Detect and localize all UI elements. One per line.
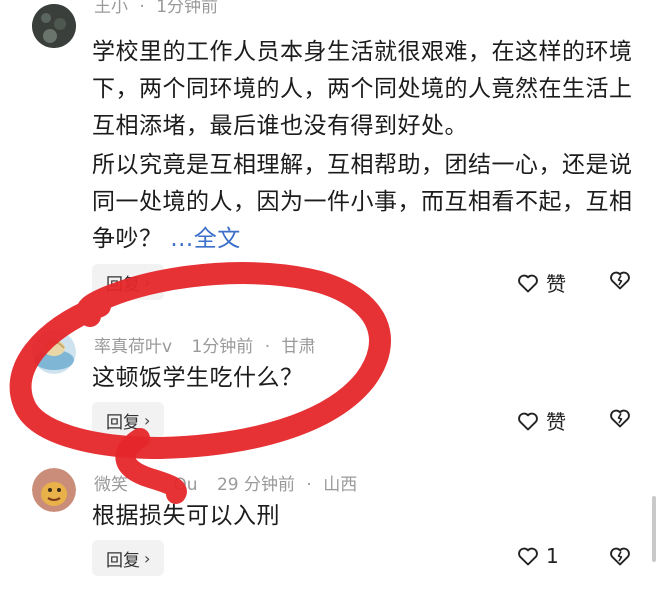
like-button[interactable]: 赞 [516, 406, 566, 435]
comment-body: 学校里的工作人员本身生活就很艰难，在这样的环境下，两个同环境的人，两个同处境的人… [92, 34, 640, 258]
comment-paragraph: 学校里的工作人员本身生活就很艰难，在这样的环境下，两个同环境的人，两个同处境的人… [92, 39, 633, 139]
dislike-button[interactable] [608, 406, 632, 430]
reply-button[interactable]: 回复 › [92, 402, 165, 438]
comment-paragraph: 根据损失可以入刑 [92, 503, 280, 529]
heart-outline-icon [518, 547, 538, 566]
broken-heart-icon [610, 271, 630, 290]
location: 甘肃 [281, 337, 316, 357]
heart-outline-icon [518, 412, 538, 430]
avatar[interactable] [32, 4, 76, 48]
avatar[interactable] [32, 330, 76, 374]
reply-button[interactable]: 回复 › [92, 540, 165, 576]
username-suffix: Ou [173, 475, 198, 495]
like-button[interactable]: 赞 [516, 268, 566, 297]
username[interactable]: 王小 [94, 0, 128, 17]
comment-body: 这顿饭学生吃什么？ [92, 360, 640, 397]
timestamp: 1分钟前 [191, 337, 254, 357]
like-label: 赞 [546, 410, 566, 434]
comment-meta: 率真荷叶v 1分钟前 · 甘肃 [94, 337, 316, 357]
comment-paragraph: 这顿饭学生吃什么？ [92, 365, 304, 391]
timestamp: 1分钟前 [156, 0, 219, 17]
comment-body: 根据损失可以入刑 [92, 498, 640, 535]
reply-label: 回复 [106, 550, 140, 571]
reply-label: 回复 [106, 412, 140, 433]
expand-full-text-link[interactable]: ...全文 [170, 226, 240, 252]
like-button[interactable]: 1 [516, 544, 559, 568]
dislike-button[interactable] [608, 268, 632, 292]
dislike-button[interactable] [608, 544, 632, 568]
comment-meta: 王小 · 1分钟前 [94, 0, 218, 17]
chevron-right-icon: › [144, 410, 151, 430]
like-label: 赞 [546, 272, 566, 296]
chevron-right-icon: › [144, 272, 151, 292]
reply-label: 回复 [106, 274, 140, 295]
username[interactable]: 率真荷叶v [94, 337, 172, 357]
location: 山西 [323, 475, 358, 495]
username[interactable]: 微笑 [94, 475, 128, 495]
broken-heart-icon [610, 547, 630, 566]
avatar[interactable] [32, 468, 76, 512]
reply-button[interactable]: 回复 › [92, 264, 165, 300]
comment-meta: 微笑 Ou 29 分钟前 · 山西 [94, 475, 358, 495]
heart-outline-icon [518, 274, 538, 292]
broken-heart-icon [610, 409, 630, 428]
scrollbar[interactable] [652, 496, 656, 562]
chevron-right-icon: › [144, 548, 151, 568]
timestamp: 29 分钟前 [216, 475, 296, 495]
like-count: 1 [546, 544, 559, 568]
